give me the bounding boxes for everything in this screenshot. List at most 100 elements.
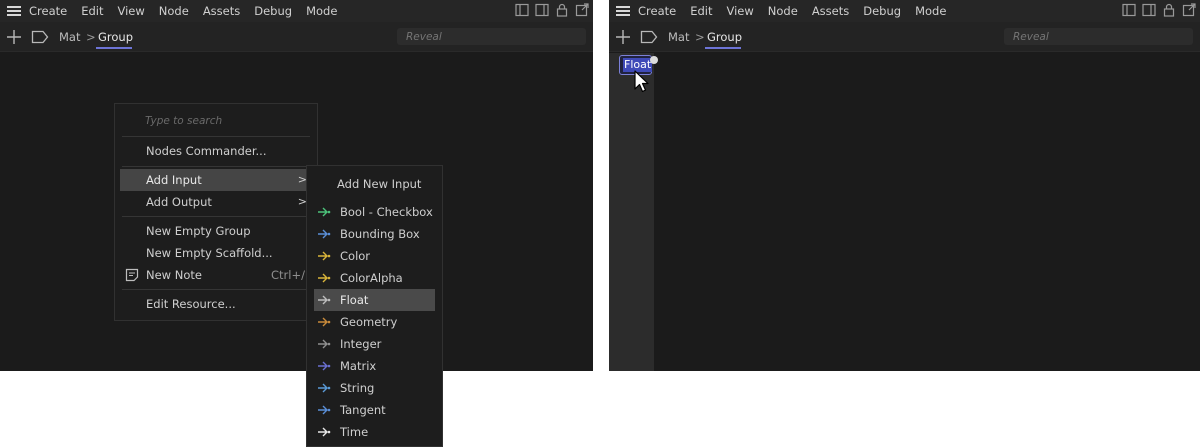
input-type-label: Integer	[340, 337, 382, 351]
breadcrumb-mat[interactable]: Mat	[59, 30, 80, 44]
port-arrow-icon	[318, 273, 331, 283]
menu-divider	[122, 166, 310, 167]
input-type-label: Bool - Checkbox	[340, 205, 433, 219]
menubar: Create Edit View Node Assets Debug Mode	[609, 0, 1200, 22]
tag-icon[interactable]	[31, 30, 49, 44]
external-window-icon[interactable]	[1182, 3, 1196, 17]
input-type-float[interactable]: Float	[314, 289, 435, 311]
add-input-label: Add Input	[146, 173, 202, 187]
node-editor-panel-right: Create Edit View Node Assets Debug Mode …	[609, 0, 1200, 371]
port-arrow-icon	[318, 229, 331, 239]
input-type-label: Color	[340, 249, 371, 263]
submenu-header: Add New Input	[337, 177, 422, 191]
menu-assets[interactable]: Assets	[812, 4, 849, 18]
breadcrumb-mat[interactable]: Mat	[668, 30, 689, 44]
port-arrow-icon	[318, 207, 331, 217]
breadcrumb-active-underline	[705, 47, 741, 49]
node-toolbar: Mat > Group	[0, 22, 593, 52]
breadcrumb-separator: >	[695, 30, 705, 44]
menu-mode[interactable]: Mode	[306, 4, 337, 18]
menu-view[interactable]: View	[727, 4, 754, 18]
group-inputs-strip	[609, 53, 654, 371]
new-note-label: New Note	[146, 268, 202, 282]
add-input-item[interactable]: Add Input >	[120, 169, 313, 191]
menu-create[interactable]: Create	[29, 4, 67, 18]
lock-icon[interactable]	[555, 3, 569, 17]
port-arrow-icon	[318, 405, 331, 415]
new-note-shortcut: Ctrl+/	[271, 268, 305, 282]
nodes-commander-item[interactable]: Nodes Commander...	[120, 140, 313, 162]
breadcrumb-group[interactable]: Group	[98, 30, 133, 44]
port-arrow-icon	[318, 317, 331, 327]
context-menu: Type to search Nodes Commander... Add In…	[114, 103, 318, 321]
nodes-commander-label: Nodes Commander...	[146, 144, 267, 158]
external-window-icon[interactable]	[575, 3, 589, 17]
menu-create[interactable]: Create	[638, 4, 676, 18]
menu-node[interactable]: Node	[159, 4, 189, 18]
hamburger-menu-icon[interactable]	[7, 6, 21, 16]
new-empty-scaffold-item[interactable]: New Empty Scaffold...	[120, 242, 313, 264]
menu-assets[interactable]: Assets	[203, 4, 240, 18]
input-type-label: ColorAlpha	[340, 271, 403, 285]
new-note-item[interactable]: New Note Ctrl+/	[120, 264, 313, 286]
input-type-label: Float	[340, 293, 369, 307]
input-type-string[interactable]: String	[314, 377, 435, 399]
input-type-tangent[interactable]: Tangent	[314, 399, 435, 421]
breadcrumb-separator: >	[86, 30, 96, 44]
menu-divider	[122, 216, 310, 217]
port-arrow-icon	[318, 361, 331, 371]
input-type-time[interactable]: Time	[314, 421, 435, 443]
panel-right-layout-icon[interactable]	[535, 3, 549, 17]
hamburger-menu-icon[interactable]	[616, 6, 630, 16]
add-icon[interactable]	[6, 29, 22, 45]
menu-edit[interactable]: Edit	[690, 4, 712, 18]
port-arrow-icon	[318, 427, 331, 437]
menu-mode[interactable]: Mode	[915, 4, 946, 18]
input-type-bounding-box[interactable]: Bounding Box	[314, 223, 435, 245]
menu-edit[interactable]: Edit	[81, 4, 103, 18]
menu-view[interactable]: View	[118, 4, 145, 18]
menu-debug[interactable]: Debug	[254, 4, 292, 18]
port-arrow-icon	[318, 295, 331, 305]
new-empty-scaffold-label: New Empty Scaffold...	[146, 246, 273, 260]
node-toolbar: Mat > Group	[609, 22, 1200, 52]
menu-divider	[122, 136, 310, 137]
input-type-label: String	[340, 381, 375, 395]
float-output-port-dot[interactable]	[650, 56, 658, 64]
add-icon[interactable]	[615, 29, 631, 45]
context-menu-search[interactable]: Type to search	[145, 115, 222, 127]
breadcrumb-group[interactable]: Group	[707, 30, 742, 44]
input-type-geometry[interactable]: Geometry	[314, 311, 435, 333]
menu-node[interactable]: Node	[768, 4, 798, 18]
menu-debug[interactable]: Debug	[863, 4, 901, 18]
input-type-label: Tangent	[340, 403, 386, 417]
input-type-matrix[interactable]: Matrix	[314, 355, 435, 377]
note-icon	[125, 268, 139, 282]
menubar: Create Edit View Node Assets Debug Mode	[0, 0, 593, 22]
panel-right-layout-icon[interactable]	[1142, 3, 1156, 17]
input-type-integer[interactable]: Integer	[314, 333, 435, 355]
panel-left-layout-icon[interactable]	[1122, 3, 1136, 17]
reveal-search-input[interactable]	[1004, 28, 1193, 45]
input-type-coloralpha[interactable]: ColorAlpha	[314, 267, 435, 289]
lock-icon[interactable]	[1162, 3, 1176, 17]
new-empty-group-label: New Empty Group	[146, 224, 251, 238]
add-output-item[interactable]: Add Output >	[120, 191, 313, 213]
menu-divider	[122, 289, 310, 290]
tag-icon[interactable]	[640, 30, 658, 44]
reveal-search-input[interactable]	[397, 28, 586, 45]
input-type-label: Bounding Box	[340, 227, 420, 241]
input-type-label: Time	[340, 425, 369, 439]
node-editor-panel-left: Create Edit View Node Assets Debug Mode …	[0, 0, 593, 371]
node-graph-canvas[interactable]	[609, 53, 1200, 371]
breadcrumb-active-underline	[96, 47, 132, 49]
panel-left-layout-icon[interactable]	[515, 3, 529, 17]
port-arrow-icon	[318, 383, 331, 393]
window-controls	[509, 3, 589, 17]
port-arrow-icon	[318, 339, 331, 349]
new-empty-group-item[interactable]: New Empty Group	[120, 220, 313, 242]
edit-resource-item[interactable]: Edit Resource...	[120, 293, 313, 315]
edit-resource-label: Edit Resource...	[146, 297, 236, 311]
input-type-bool-checkbox[interactable]: Bool - Checkbox	[314, 201, 435, 223]
input-type-color[interactable]: Color	[314, 245, 435, 267]
